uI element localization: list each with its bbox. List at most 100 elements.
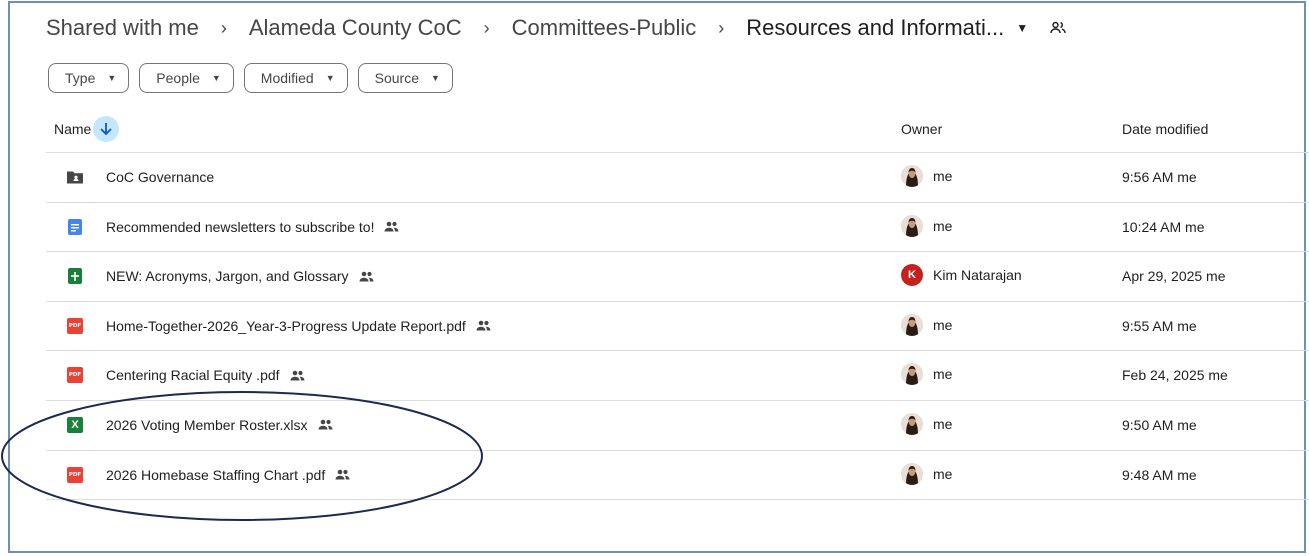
chip-label: Type (65, 70, 96, 86)
file-type-icon: X (66, 416, 84, 434)
owner-avatar (901, 214, 923, 237)
file-name[interactable]: NEW: Acronyms, Jargon, and Glossary (106, 268, 374, 284)
shared-people-icon (476, 320, 491, 331)
filter-modified-chip[interactable]: Modified ▼ (243, 63, 348, 93)
file-date-modified: 10:24 AM me (1122, 218, 1205, 235)
file-type-icon (66, 267, 84, 285)
file-name-text: Centering Racial Equity .pdf (106, 367, 280, 384)
file-owner: me (901, 165, 952, 187)
file-type-icon (66, 218, 84, 236)
file-name[interactable]: Recommended newsletters to subscribe to! (106, 219, 399, 235)
breadcrumb-item-shared-with-me[interactable]: Shared with me (46, 15, 199, 41)
caret-down-icon[interactable]: ▼ (1016, 21, 1028, 35)
file-date-modified: Apr 29, 2025 me (1122, 268, 1226, 285)
file-name[interactable]: 2026 Voting Member Roster.xlsx (106, 417, 333, 433)
shared-people-icon (318, 419, 333, 430)
chevron-right-icon: › (483, 17, 490, 38)
file-owner: me (901, 462, 953, 485)
owner-name: me (933, 465, 953, 482)
chevron-right-icon: › (718, 17, 725, 38)
owner-name: Kim Natarajan (933, 267, 1022, 284)
google-doc-icon (68, 218, 82, 235)
owner-name: me (933, 217, 953, 234)
name-column-label: Name (54, 121, 92, 137)
filter-source-chip[interactable]: Source ▼ (357, 63, 453, 93)
pdf-icon: PDF (67, 367, 83, 384)
file-type-icon: PDF (66, 317, 84, 335)
breadcrumb-current-folder[interactable]: Resources and Informati... (746, 15, 1004, 41)
file-row[interactable]: PDF Home-Together-2026_Year-3-Progress Up… (46, 302, 1309, 352)
shared-folder-icon (67, 171, 83, 184)
shared-people-icon (290, 370, 305, 381)
file-type-icon: PDF (66, 366, 84, 384)
caret-down-icon: ▼ (431, 73, 440, 83)
owner-name: me (933, 316, 953, 333)
chip-label: Source (374, 70, 419, 86)
file-row[interactable]: NEW: Acronyms, Jargon, and Glossary K Kim … (46, 252, 1309, 302)
owner-avatar (901, 363, 923, 386)
pdf-icon: PDF (67, 466, 83, 483)
breadcrumb-item-alameda-county-coc[interactable]: Alameda County CoC (249, 15, 462, 41)
name-column-header[interactable]: Name (54, 116, 120, 142)
owner-name: me (933, 366, 953, 383)
owner-avatar (901, 412, 923, 435)
chip-label: People (156, 70, 200, 86)
owner-avatar (901, 313, 923, 336)
breadcrumb-item-committees-public[interactable]: Committees-Public (512, 15, 697, 41)
file-owner: me (901, 363, 953, 386)
chip-label: Modified (260, 70, 314, 86)
shared-people-icon (384, 221, 399, 232)
shared-people-icon (335, 469, 350, 480)
excel-icon: X (67, 416, 83, 433)
file-list: CoC Governance me 9:56 AM me Recommended ne… (46, 153, 1309, 501)
google-sheet-icon (68, 268, 82, 285)
file-name[interactable]: CoC Governance (106, 169, 214, 185)
chevron-right-icon: › (220, 17, 227, 38)
file-row[interactable]: CoC Governance me 9:56 AM me (46, 153, 1309, 203)
file-name-text: 2026 Homebase Staffing Chart .pdf (106, 466, 326, 483)
file-row[interactable]: X 2026 Voting Member Roster.xlsx me 9:50 AM… (46, 401, 1309, 451)
file-name-text: Home-Together-2026_Year-3-Progress Updat… (106, 317, 466, 334)
file-date-modified: 9:55 AM me (1122, 317, 1197, 334)
sort-direction-button[interactable] (93, 116, 120, 142)
shared-folder-people-icon (1050, 21, 1066, 35)
file-name-text: 2026 Voting Member Roster.xlsx (106, 416, 308, 433)
file-owner: me (901, 214, 953, 237)
file-name[interactable]: 2026 Homebase Staffing Chart .pdf (106, 467, 350, 483)
owner-column-header[interactable]: Owner (901, 121, 942, 137)
filter-chips: Type ▼ People ▼ Modified ▼ Source ▼ (48, 63, 453, 93)
file-owner: me (901, 313, 953, 336)
shared-people-icon (359, 271, 374, 282)
arrow-down-icon (100, 123, 112, 136)
pdf-icon: PDF (67, 317, 83, 334)
file-name-text: Recommended newsletters to subscribe to! (106, 218, 375, 235)
filter-type-chip[interactable]: Type ▼ (48, 63, 130, 93)
owner-name: me (933, 415, 953, 432)
file-row[interactable]: Recommended newsletters to subscribe to!… (46, 203, 1309, 253)
owner-name: me (933, 168, 953, 184)
owner-avatar (901, 165, 923, 187)
owner-avatar (901, 462, 923, 485)
date-modified-column-header[interactable]: Date modified (1122, 121, 1208, 137)
file-date-modified: 9:48 AM me (1122, 466, 1197, 483)
filter-people-chip[interactable]: People ▼ (139, 63, 234, 93)
owner-avatar: K (901, 264, 923, 287)
file-owner: K Kim Natarajan (901, 264, 1022, 287)
file-name[interactable]: Home-Together-2026_Year-3-Progress Updat… (106, 318, 491, 334)
file-name-text: CoC Governance (106, 169, 215, 185)
breadcrumb: Shared with me › Alameda County CoC › Co… (46, 12, 1066, 44)
file-date-modified: 9:56 AM me (1122, 169, 1197, 185)
file-row[interactable]: PDF 2026 Homebase Staffing Chart .pdf me 9:… (46, 451, 1309, 501)
file-type-icon (66, 168, 84, 186)
file-name[interactable]: Centering Racial Equity .pdf (106, 367, 305, 383)
file-name-text: NEW: Acronyms, Jargon, and Glossary (106, 268, 349, 285)
caret-down-icon: ▼ (107, 73, 117, 83)
file-type-icon: PDF (66, 466, 84, 484)
file-owner: me (901, 412, 953, 435)
file-row[interactable]: PDF Centering Racial Equity .pdf me Feb 24,… (46, 351, 1309, 401)
file-list-header: Name Owner Date modified (46, 112, 1309, 153)
file-date-modified: 9:50 AM me (1122, 416, 1197, 433)
file-date-modified: Feb 24, 2025 me (1122, 367, 1228, 384)
caret-down-icon: ▼ (325, 73, 335, 83)
caret-down-icon: ▼ (211, 73, 221, 83)
